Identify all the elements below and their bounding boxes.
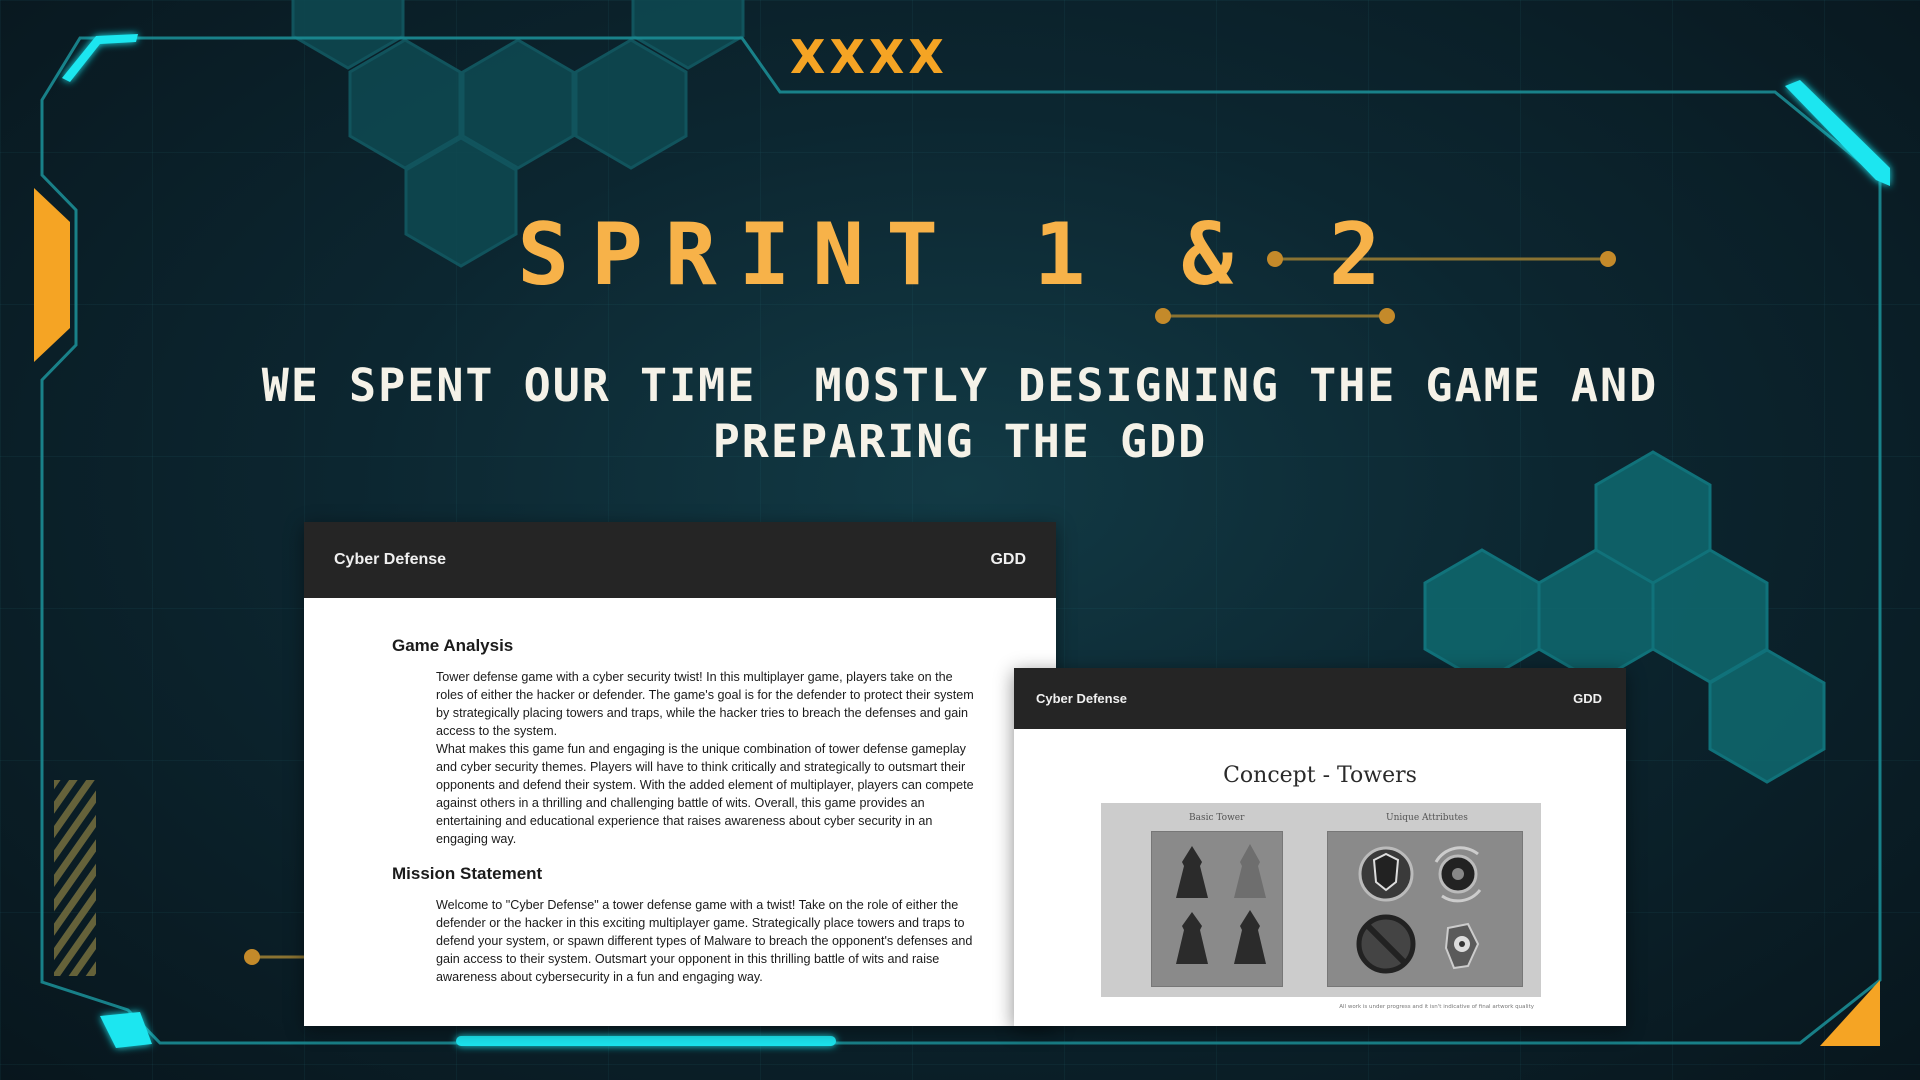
gdd-page-game-analysis: Cyber Defense GDD Game Analysis Tower de… [304, 522, 1056, 1026]
label-basic-tower: Basic Tower [1189, 813, 1245, 823]
subtitle-line-2: PREPARING THE GDD [712, 415, 1208, 468]
basic-tower-tile [1151, 831, 1283, 987]
slide-title: SPRINT 1 & 2 [517, 205, 1403, 305]
label-unique-attributes: Unique Attributes [1386, 813, 1468, 823]
doc-header-title: Cyber Defense [334, 551, 447, 568]
subtitle-line-1: WE SPENT OUR TIME MOSTLY DESIGNING THE G… [261, 359, 1659, 412]
attribute-icons [1356, 846, 1482, 974]
target-icon [1444, 922, 1480, 970]
top-decoration-marks: XXXX [790, 30, 948, 84]
slide-subtitle: WE SPENT OUR TIME MOSTLY DESIGNING THE G… [150, 358, 1770, 470]
concept-art-panel: Basic Tower Unique Attributes [1101, 803, 1541, 997]
paragraph-mission-statement: Welcome to "Cyber Defense" a tower defen… [436, 898, 973, 984]
concept-title: Concept - Towers [1223, 763, 1417, 788]
doc-header-tag: GDD [990, 551, 1026, 568]
gdd-body: Game Analysis Tower defense game with a … [304, 598, 1056, 986]
gear-icon [1434, 846, 1482, 903]
doc-header-tag: GDD [1573, 691, 1602, 706]
concept-footnote: All work is under progress and it isn't … [1339, 1004, 1534, 1010]
gdd-page-header: Cyber Defense GDD [1014, 668, 1626, 729]
shield-icon [1358, 846, 1414, 902]
paragraph-game-analysis-1: Tower defense game with a cyber security… [436, 670, 974, 738]
unique-attributes-tile [1327, 831, 1523, 987]
blocked-icon [1356, 914, 1416, 974]
gdd-page-concept-towers: Cyber Defense GDD Concept - Towers Basic… [1014, 668, 1626, 1026]
tower-sketch-icons [1176, 844, 1266, 964]
paragraph-game-analysis-2: What makes this game fun and engaging is… [436, 742, 974, 846]
section-title-game-analysis: Game Analysis [392, 636, 514, 655]
hazard-stripes [54, 780, 96, 976]
section-title-mission-statement: Mission Statement [392, 864, 543, 883]
doc-header-title: Cyber Defense [1036, 691, 1128, 706]
gdd-page-header: Cyber Defense GDD [304, 522, 1056, 598]
